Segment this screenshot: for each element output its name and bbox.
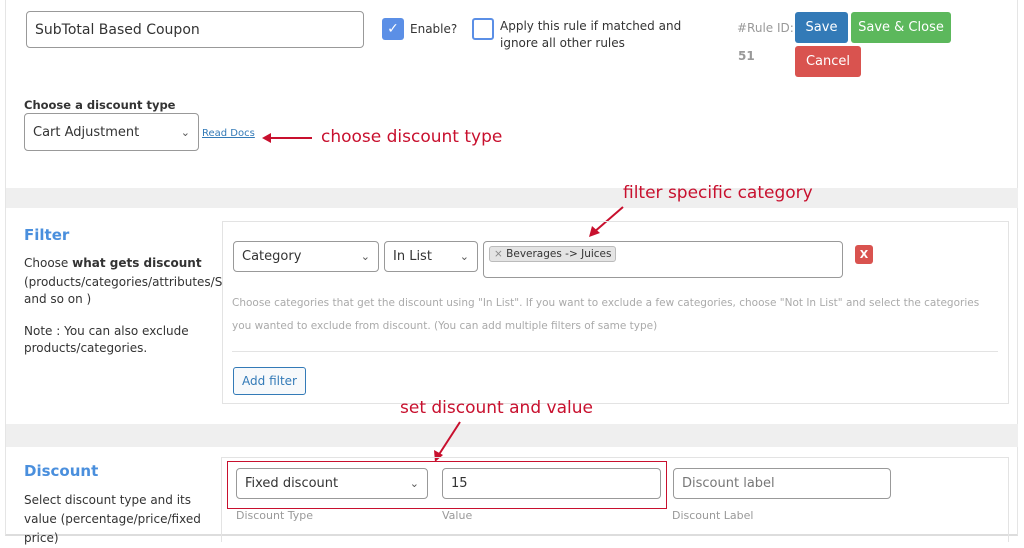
- chevron-down-icon: ⌄: [360, 250, 370, 263]
- discount-label-caption: Discount Label: [672, 509, 754, 522]
- exclusive-label: Apply this rule if matched and ignore al…: [500, 19, 682, 50]
- section-divider: [6, 424, 1018, 447]
- discount-value-input[interactable]: 15: [442, 468, 661, 499]
- filter-description: Choose what gets discount: [24, 256, 202, 270]
- selected-tag: × Beverages -> Juices: [489, 246, 617, 262]
- chevron-down-icon: ⌄: [409, 477, 419, 490]
- tag-label: Beverages -> Juices: [506, 248, 612, 260]
- rule-name-input[interactable]: SubTotal Based Coupon: [26, 11, 364, 48]
- discount-type-label: Choose a discount type: [24, 98, 176, 112]
- discount-type-select[interactable]: Fixed discount ⌄: [236, 468, 428, 499]
- filter-type-value: Category: [242, 249, 302, 264]
- discount-type-select[interactable]: Cart Adjustment ⌄: [24, 113, 199, 151]
- add-filter-button[interactable]: Add filter: [233, 367, 306, 395]
- filter-description-rest: (products/categories/attributes/SKU and …: [24, 275, 222, 306]
- filter-note: Note : You can also exclude products/cat…: [24, 324, 189, 355]
- discount-description: Select discount type and its value (perc…: [24, 493, 201, 545]
- tag-remove-icon[interactable]: ×: [494, 248, 503, 260]
- discount-type-caption: Discount Type: [236, 509, 314, 522]
- rule-id-label: #Rule ID:: [737, 21, 794, 35]
- annotation-arrow-icon: [262, 133, 312, 143]
- rule-id-value: 51: [738, 49, 755, 63]
- cancel-button[interactable]: Cancel: [795, 46, 861, 77]
- filter-operator-select[interactable]: In List ⌄: [384, 241, 478, 272]
- section-divider: [6, 188, 1018, 208]
- filter-type-select[interactable]: Category ⌄: [233, 241, 379, 272]
- discount-type-value: Fixed discount: [245, 476, 339, 491]
- annotation-filter-category: filter specific category: [623, 183, 813, 203]
- annotation-discount-type: choose discount type: [321, 127, 503, 147]
- annotation-set-discount: set discount and value: [400, 398, 593, 418]
- discount-heading: Discount: [24, 462, 99, 480]
- value-caption: Value: [442, 509, 473, 522]
- enable-label: Enable?: [410, 22, 458, 36]
- discount-label-input[interactable]: Discount label: [673, 468, 891, 499]
- filter-help-text: Choose categories that get the discount …: [232, 297, 980, 332]
- save-button[interactable]: Save: [795, 12, 848, 43]
- check-icon: ✓: [387, 21, 399, 37]
- save-close-button[interactable]: Save & Close: [851, 12, 951, 43]
- chevron-down-icon: ⌄: [180, 125, 190, 139]
- filter-heading: Filter: [24, 226, 70, 244]
- remove-filter-button[interactable]: X: [855, 245, 873, 264]
- filter-operator-value: In List: [393, 249, 432, 264]
- rule-name-value: SubTotal Based Coupon: [35, 21, 200, 38]
- filter-values-input[interactable]: × Beverages -> Juices: [483, 241, 843, 278]
- discount-value: 15: [451, 476, 468, 491]
- discount-type-value: Cart Adjustment: [33, 124, 140, 140]
- exclusive-checkbox[interactable]: [472, 18, 494, 40]
- read-docs-link[interactable]: Read Docs: [202, 128, 255, 139]
- divider: [232, 351, 998, 352]
- enable-checkbox[interactable]: ✓: [382, 18, 404, 40]
- chevron-down-icon: ⌄: [459, 250, 469, 263]
- discount-label-placeholder: Discount label: [682, 476, 775, 491]
